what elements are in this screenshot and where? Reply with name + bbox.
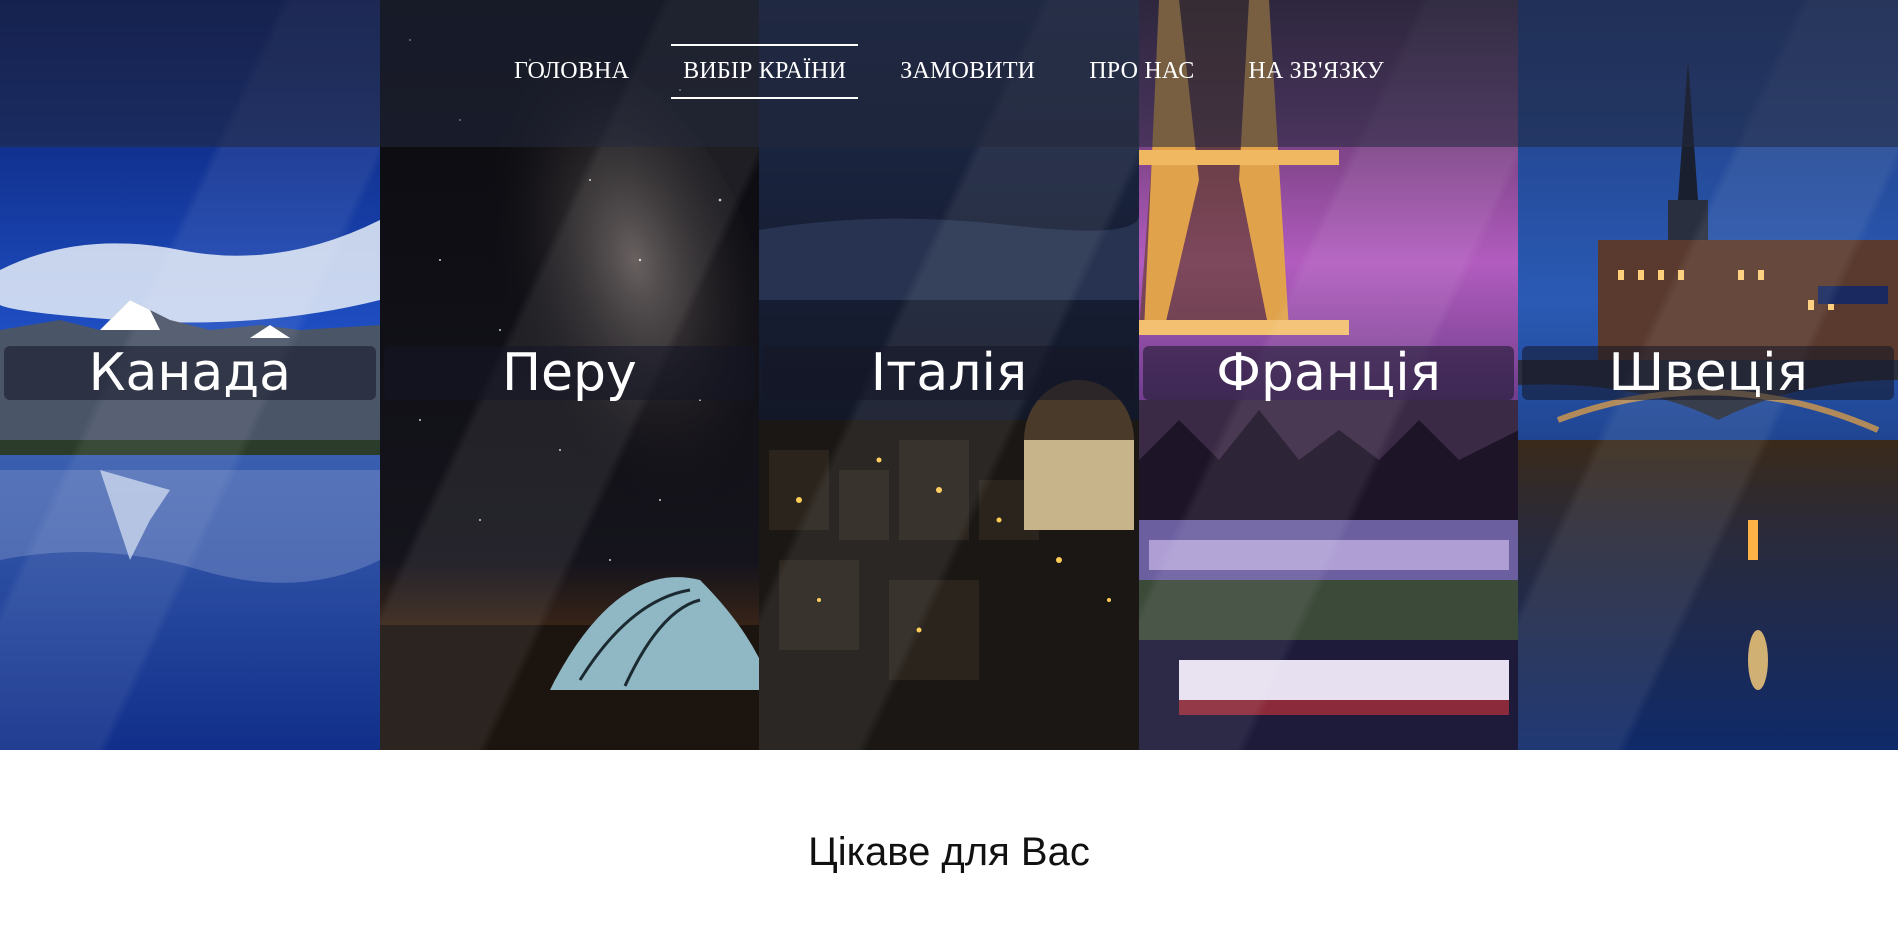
country-label-france[interactable]: Франція [1142,346,1515,400]
country-label-canada[interactable]: Канада [4,346,376,400]
main-navbar: ГОЛОВНА ВИБІР КРАЇНИ ЗАМОВИТИ ПРО НАС НА… [0,0,1898,147]
country-label-peru[interactable]: Перу [383,346,756,400]
country-label-sweden[interactable]: Швеція [1522,346,1894,400]
nav-list: ГОЛОВНА ВИБІР КРАЇНИ ЗАМОВИТИ ПРО НАС НА… [487,44,1411,99]
hero-section: Канада Перу Італія Франція Швеція ГОЛОВН… [0,0,1898,750]
nav-contact-link[interactable]: НА ЗВ'ЯЗКУ [1236,44,1396,99]
nav-order-link[interactable]: ЗАМОВИТИ [888,44,1047,99]
section-title: Цікаве для Вас [808,830,1090,874]
nav-home-link[interactable]: ГОЛОВНА [502,44,641,99]
country-label-italy[interactable]: Італія [763,346,1135,400]
nav-choose-country-link[interactable]: ВИБІР КРАЇНИ [671,44,859,99]
nav-about-link[interactable]: ПРО НАС [1077,44,1206,99]
